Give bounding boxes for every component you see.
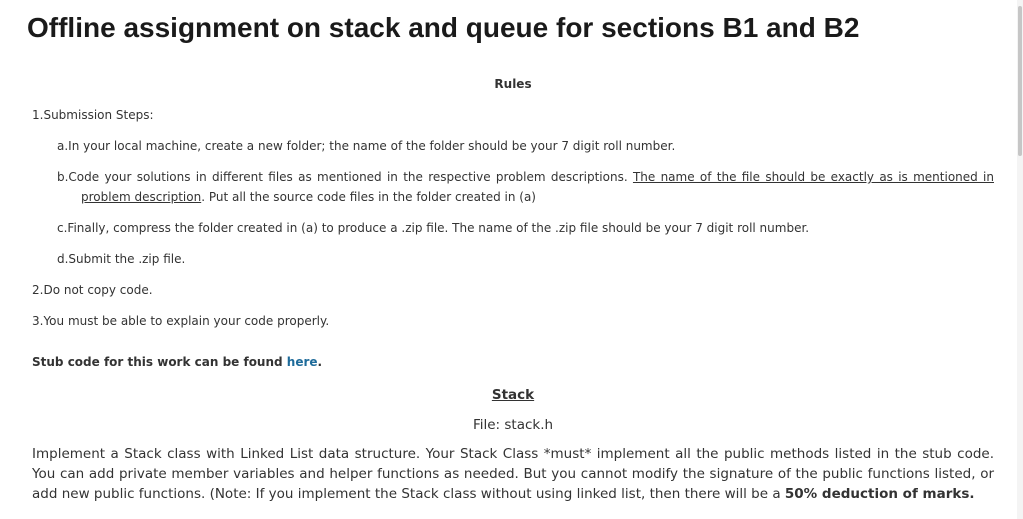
rule-item-1b: b.Code your solutions in different files… [32, 167, 994, 207]
stub-code-note: Stub code for this work can be found her… [32, 352, 994, 372]
stub-code-text: Stub code for this work can be found [32, 355, 287, 369]
page-scrollbar[interactable] [1017, 0, 1023, 519]
stack-description: Implement a Stack class with Linked List… [32, 444, 994, 504]
deduction-note: 50% deduction of marks. [784, 486, 975, 502]
rule-item-no-copy: 2.Do not copy code. [32, 283, 153, 297]
stack-file-name: File: stack.h [472, 417, 554, 433]
rule-item-explain: 3.You must be able to explain your code … [32, 314, 330, 328]
rule-item-1b-text: b.Code your solutions in different files… [57, 170, 633, 184]
rule-item-1b-tail: . Put all the source code files in the f… [201, 190, 536, 204]
stub-code-period: . [317, 355, 323, 369]
rule-item-1d: d.Submit the .zip file. [57, 252, 186, 266]
stack-heading: Stack [491, 387, 535, 403]
page-title: Offline assignment on stack and queue fo… [27, 12, 860, 43]
rule-item-submission-steps: 1.Submission Steps: [32, 108, 154, 122]
stub-code-link[interactable]: here [287, 355, 318, 369]
rules-heading: Rules [494, 77, 532, 91]
stack-section: Stack File: stack.h Implement a Stack cl… [32, 384, 994, 504]
rules-block: Rules 1.Submission Steps: a.In your loca… [32, 74, 994, 372]
scrollbar-thumb[interactable] [1018, 6, 1022, 156]
rule-item-1a: a.In your local machine, create a new fo… [57, 139, 676, 153]
rule-item-1c: c.Finally, compress the folder created i… [57, 221, 810, 235]
